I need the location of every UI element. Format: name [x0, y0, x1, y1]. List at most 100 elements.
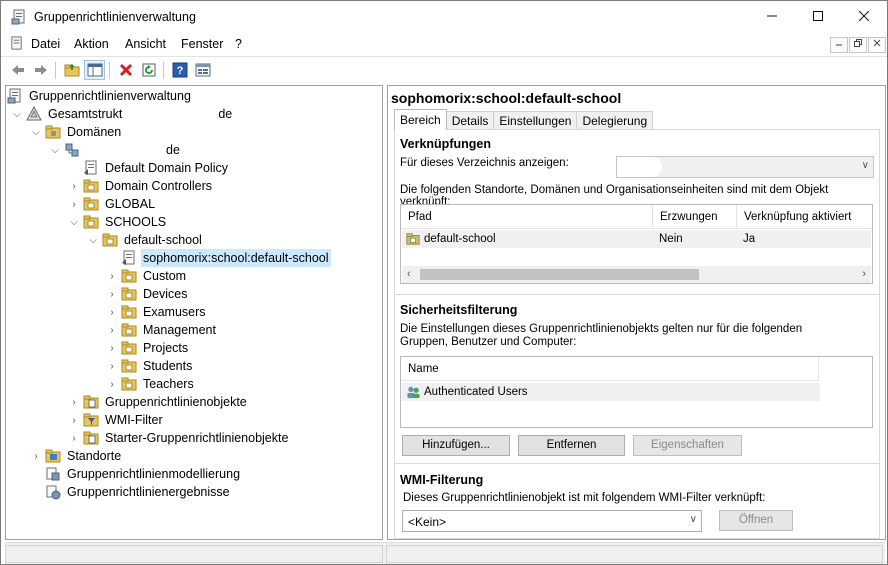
column-verknuepfung-aktiviert[interactable]: Verknüpfung aktiviert — [737, 205, 872, 229]
expanded-chevron-icon[interactable]: ⌵ — [87, 231, 99, 249]
chevron-down-icon: ∨ — [861, 160, 869, 171]
scroll-right-icon[interactable]: › — [862, 268, 866, 280]
properties-button[interactable]: Eigenschaften — [633, 435, 742, 456]
delete-button[interactable] — [115, 60, 136, 80]
tree-item-custom[interactable]: › Custom — [106, 267, 188, 285]
collapsed-chevron-icon[interactable]: › — [106, 303, 118, 321]
domain-icon — [64, 142, 80, 158]
column-pfad[interactable]: Pfad — [401, 205, 653, 229]
collapsed-chevron-icon[interactable]: › — [68, 393, 80, 411]
console-tree: Gruppenrichtlinienverwaltung ⌵ Gesamtstr… — [5, 85, 383, 540]
collapsed-chevron-icon[interactable]: › — [68, 195, 80, 213]
section-divider — [395, 294, 879, 295]
collapsed-chevron-icon[interactable]: › — [106, 267, 118, 285]
tab-bereich[interactable]: Bereich — [394, 109, 447, 130]
collapsed-chevron-icon[interactable]: › — [106, 321, 118, 339]
users-group-icon — [406, 385, 421, 399]
table-row[interactable]: default-school Nein Ja — [402, 230, 871, 248]
expanded-chevron-icon[interactable]: ⌵ — [68, 213, 80, 231]
links-horizontal-scrollbar[interactable]: ‹ › — [402, 266, 871, 283]
expanded-chevron-icon[interactable]: ⌵ — [49, 141, 61, 159]
tree-item-teachers[interactable]: › Teachers — [106, 375, 196, 393]
tree-item-sites[interactable]: › Standorte — [30, 447, 123, 465]
forward-button[interactable] — [30, 60, 51, 80]
tree-item-starter-gpo[interactable]: › Starter-Gruppenrichtlinienobjekte — [68, 429, 290, 447]
tree-label: SCHOOLS — [105, 215, 167, 229]
tree-item-default-school[interactable]: ⌵ default-school — [87, 231, 204, 249]
table-row[interactable]: Authenticated Users — [402, 383, 820, 401]
collapsed-chevron-icon[interactable]: › — [106, 357, 118, 375]
collapsed-chevron-icon[interactable]: › — [106, 339, 118, 357]
menu-ansicht[interactable]: Ansicht — [125, 37, 166, 51]
open-wmi-button[interactable]: Öffnen — [719, 510, 793, 531]
menu-aktion[interactable]: Aktion — [74, 37, 109, 51]
menu-bar: Datei Aktion Ansicht Fenster ? — [1, 32, 887, 56]
back-button[interactable] — [7, 60, 28, 80]
tree-item-wmi-filter[interactable]: › WMI-Filter — [68, 411, 165, 429]
wmi-filter-select[interactable]: <Kein> ∨ — [402, 510, 702, 532]
mdi-minimize-button[interactable] — [830, 37, 848, 53]
add-button[interactable]: Hinzufügen... — [402, 435, 510, 456]
location-combobox[interactable]: ∨ — [616, 156, 874, 178]
maximize-button[interactable] — [795, 1, 841, 32]
tree-item-schools[interactable]: ⌵ SCHOOLS — [68, 213, 168, 231]
ou-folder-icon — [83, 214, 99, 230]
tree-label: Domänen — [67, 125, 122, 139]
forest-icon — [26, 105, 42, 122]
scroll-left-icon[interactable]: ‹ — [407, 268, 411, 280]
show-hide-tree-button[interactable] — [84, 60, 105, 80]
tree-item-domain[interactable]: ⌵ de — [49, 141, 182, 159]
tree-item-default-domain-policy[interactable]: Default Domain Policy — [83, 159, 230, 177]
collapsed-chevron-icon[interactable]: › — [106, 375, 118, 393]
refresh-button[interactable] — [138, 60, 159, 80]
ou-folder-icon — [121, 322, 137, 338]
column-name[interactable]: Name — [401, 357, 819, 381]
tree-item-projects[interactable]: › Projects — [106, 339, 190, 357]
collapsed-chevron-icon[interactable]: › — [68, 177, 80, 195]
tree-item-domains[interactable]: ⌵ Domänen — [30, 123, 123, 141]
tree-item-root[interactable]: Gruppenrichtlinienverwaltung — [7, 87, 193, 105]
show-for-label: Für dieses Verzeichnis anzeigen: — [400, 157, 569, 169]
up-folder-button[interactable] — [61, 60, 82, 80]
expanded-chevron-icon[interactable]: ⌵ — [30, 123, 42, 141]
collapsed-chevron-icon[interactable]: › — [30, 447, 42, 465]
tree-item-devices[interactable]: › Devices — [106, 285, 189, 303]
mdi-restore-button[interactable] — [849, 37, 867, 53]
properties-button[interactable] — [192, 60, 213, 80]
column-erzwungen[interactable]: Erzwungen — [653, 205, 737, 229]
collapsed-chevron-icon[interactable]: › — [68, 411, 80, 429]
menu-datei[interactable]: Datei — [31, 37, 60, 51]
tree-item-students[interactable]: › Students — [106, 357, 194, 375]
mdi-close-button[interactable] — [868, 37, 886, 53]
tree-item-management[interactable]: › Management — [106, 321, 218, 339]
remove-button[interactable]: Entfernen — [518, 435, 625, 456]
tree-label: Custom — [143, 269, 187, 283]
tree-item-global[interactable]: › GLOBAL — [68, 195, 157, 213]
tree-item-gpo-link-selected[interactable]: sophomorix:school:default-school — [121, 249, 331, 267]
tab-einstellungen[interactable]: Einstellungen — [493, 111, 578, 130]
console-menu-icon[interactable] — [9, 36, 24, 51]
tab-delegierung[interactable]: Delegierung — [576, 111, 654, 130]
back-icon — [11, 65, 24, 75]
tab-details[interactable]: Details — [445, 111, 495, 130]
scrollbar-thumb[interactable] — [420, 269, 699, 280]
scope-tab-panel: Verknüpfungen Für dieses Verzeichnis anz… — [394, 129, 880, 539]
collapsed-chevron-icon[interactable]: › — [68, 429, 80, 447]
tree-label: Starter-Gruppenrichtlinienobjekte — [105, 431, 289, 445]
expanded-chevron-icon[interactable]: ⌵ — [11, 105, 23, 123]
close-button[interactable] — [841, 1, 887, 32]
domains-folder-icon — [45, 124, 61, 140]
tree-item-results[interactable]: Gruppenrichtlinienergebnisse — [45, 483, 232, 501]
maximize-icon — [813, 11, 823, 21]
tree-item-forest[interactable]: ⌵ Gesamtstrukt de — [11, 105, 234, 123]
menu-help[interactable]: ? — [235, 37, 242, 51]
minimize-button[interactable] — [749, 1, 795, 32]
help-button[interactable]: ? — [169, 60, 190, 80]
ou-folder-icon — [83, 196, 99, 212]
tree-item-examusers[interactable]: › Examusers — [106, 303, 208, 321]
menu-fenster[interactable]: Fenster — [181, 37, 223, 51]
tree-item-gpo-objects[interactable]: › Gruppenrichtlinienobjekte — [68, 393, 249, 411]
collapsed-chevron-icon[interactable]: › — [106, 285, 118, 303]
tree-item-domain-controllers[interactable]: › Domain Controllers — [68, 177, 214, 195]
tree-item-modeling[interactable]: Gruppenrichtlinienmodellierung — [45, 465, 242, 483]
